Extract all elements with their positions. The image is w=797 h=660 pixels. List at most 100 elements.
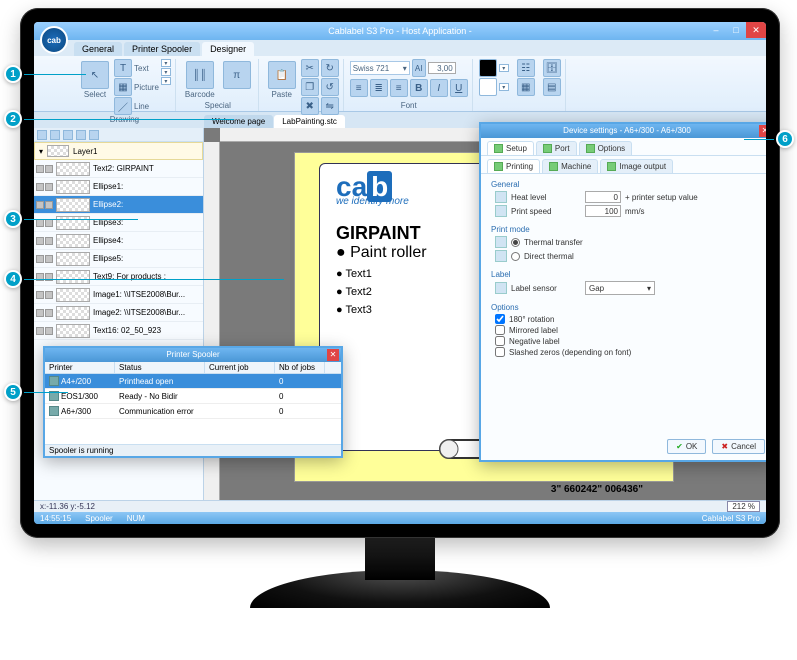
ds-tab-setup[interactable]: Setup — [487, 141, 534, 155]
flip-icon[interactable]: ⇋ — [321, 97, 339, 115]
layer-row[interactable]: Text2: GIRPAINT — [34, 160, 203, 178]
monitor-frame: Cablabel S3 Pro - Host Application - – □… — [20, 8, 780, 538]
select-tool-button[interactable]: ↖ Select — [78, 59, 112, 101]
spooler-row[interactable]: EOS1/300Ready - No Bidir0 — [45, 389, 341, 404]
database-icon[interactable]: 🗄 — [543, 59, 561, 77]
lock-icon[interactable] — [45, 237, 53, 245]
font-size-input[interactable]: 3,00 — [428, 62, 456, 74]
cancel-button[interactable]: ✖Cancel — [712, 439, 765, 454]
shape-ellipse-dropdown[interactable]: ▾ — [161, 68, 171, 76]
eye-icon[interactable] — [36, 237, 44, 245]
shape-rect-dropdown[interactable]: ▾ — [161, 59, 171, 67]
align-center-icon[interactable]: ≣ — [370, 79, 388, 97]
window-close-button[interactable]: ✕ — [746, 22, 766, 38]
device-settings-close-button[interactable]: ✕ — [759, 125, 766, 137]
spooler-row[interactable]: A4+/200Printhead open0 — [45, 374, 341, 389]
eye-icon[interactable] — [36, 183, 44, 191]
layer-row[interactable]: Image2: \\ITSE2008\Bur... — [34, 304, 203, 322]
window-minimize-button[interactable]: – — [706, 22, 726, 38]
align-left-icon[interactable]: ≡ — [350, 79, 368, 97]
print-speed-input[interactable]: 100 — [585, 205, 621, 217]
thermal-transfer-radio[interactable] — [511, 238, 520, 247]
ds-tab-port[interactable]: Port — [536, 141, 577, 155]
bold-icon[interactable]: B — [410, 79, 428, 97]
line-tool-button[interactable]: ／ Line — [114, 97, 159, 115]
eye-icon[interactable] — [36, 309, 44, 317]
align-right-icon[interactable]: ≡ — [390, 79, 408, 97]
bg-color-icon[interactable] — [479, 78, 497, 96]
ds-subtab-machine[interactable]: Machine — [542, 159, 598, 173]
lock-icon[interactable] — [45, 255, 53, 263]
lock-icon[interactable] — [45, 201, 53, 209]
col-nb-jobs[interactable]: Nb of jobs — [275, 362, 325, 373]
lock-icon[interactable] — [45, 183, 53, 191]
copy-icon[interactable]: ❐ — [301, 78, 319, 96]
ribbon-tab-general[interactable]: General — [74, 42, 122, 56]
layer-add-icon[interactable] — [37, 130, 47, 140]
layer-up-icon[interactable] — [76, 130, 86, 140]
layer-row[interactable]: Ellipse3: — [34, 214, 203, 232]
rotate-cw-icon[interactable]: ↻ — [321, 59, 339, 77]
shape-line-dropdown[interactable]: ▾ — [161, 77, 171, 85]
spooler-close-button[interactable]: ✕ — [327, 349, 339, 361]
direct-thermal-radio[interactable] — [511, 252, 520, 261]
doc-tab-file[interactable]: LabPainting.stc — [274, 115, 345, 128]
paste-button[interactable]: 📋 Paste — [265, 59, 299, 101]
ribbon-tab-designer[interactable]: Designer — [202, 42, 254, 56]
eye-icon[interactable] — [36, 291, 44, 299]
font-family-select[interactable]: Swiss 721▾ — [350, 61, 410, 75]
italic-icon[interactable]: I — [430, 79, 448, 97]
ribbon-tab-printer-spooler[interactable]: Printer Spooler — [124, 42, 200, 56]
mirror-checkbox[interactable] — [495, 325, 505, 335]
lock-icon[interactable] — [45, 291, 53, 299]
pi-button[interactable]: π — [220, 59, 254, 91]
rotation-checkbox[interactable] — [495, 314, 505, 324]
layer-row[interactable]: Ellipse1: — [34, 178, 203, 196]
ds-tab-options[interactable]: Options — [579, 141, 633, 155]
layers-icon[interactable]: ☷ — [517, 59, 535, 77]
text-tool-button[interactable]: T Text — [114, 59, 159, 77]
underline-icon[interactable]: U — [450, 79, 468, 97]
grid-icon[interactable]: ▦ — [517, 78, 535, 96]
cut-icon[interactable]: ✂ — [301, 59, 319, 77]
zoom-readout[interactable]: 212 % — [727, 501, 760, 512]
app-icon[interactable]: cab — [40, 26, 68, 54]
rotate-ccw-icon[interactable]: ↺ — [321, 78, 339, 96]
ds-subtab-printing[interactable]: Printing — [487, 159, 540, 173]
eye-icon[interactable] — [36, 327, 44, 335]
eye-icon[interactable] — [36, 165, 44, 173]
col-current-job[interactable]: Current job — [205, 362, 275, 373]
label-sensor-select[interactable]: Gap▾ — [585, 281, 655, 295]
ribbon-group-font: Swiss 721▾ AI 3,00 ≡ ≣ ≡ B I U Font — [346, 59, 473, 111]
layer-row[interactable]: Text9: For products : — [34, 268, 203, 286]
ok-button[interactable]: ✔OK — [667, 439, 706, 454]
eye-icon[interactable] — [36, 255, 44, 263]
layer-del-icon[interactable] — [50, 130, 60, 140]
layer-row[interactable]: Ellipse5: — [34, 250, 203, 268]
lock-icon[interactable] — [45, 309, 53, 317]
ds-subtab-image-output[interactable]: Image output — [600, 159, 673, 173]
delete-icon[interactable]: ✖ — [301, 97, 319, 115]
window-maximize-button[interactable]: □ — [726, 22, 746, 38]
negative-checkbox[interactable] — [495, 336, 505, 346]
layer-row[interactable]: Ellipse4: — [34, 232, 203, 250]
barcode-button[interactable]: ║║ Barcode — [182, 59, 218, 101]
table-icon[interactable]: ▤ — [543, 78, 561, 96]
doc-tab-welcome[interactable]: Welcome page — [204, 115, 273, 128]
heat-level-input[interactable]: 0 — [585, 191, 621, 203]
slashed-zeros-checkbox[interactable] — [495, 347, 505, 357]
layer-row[interactable]: Ellipse2: — [34, 196, 203, 214]
lock-icon[interactable] — [45, 165, 53, 173]
lock-icon[interactable] — [45, 327, 53, 335]
layer-down-icon[interactable] — [89, 130, 99, 140]
col-printer[interactable]: Printer — [45, 362, 115, 373]
layer-header[interactable]: ▾ Layer1 — [34, 142, 203, 160]
col-status[interactable]: Status — [115, 362, 205, 373]
spooler-row[interactable]: A6+/300Communication error0 — [45, 404, 341, 419]
picture-tool-button[interactable]: ▦ Picture — [114, 78, 159, 96]
fg-color-icon[interactable] — [479, 59, 497, 77]
layer-row[interactable]: Text16: 02_50_923 — [34, 322, 203, 340]
layer-row[interactable]: Image1: \\ITSE2008\Bur... — [34, 286, 203, 304]
eye-icon[interactable] — [36, 201, 44, 209]
layer-dup-icon[interactable] — [63, 130, 73, 140]
